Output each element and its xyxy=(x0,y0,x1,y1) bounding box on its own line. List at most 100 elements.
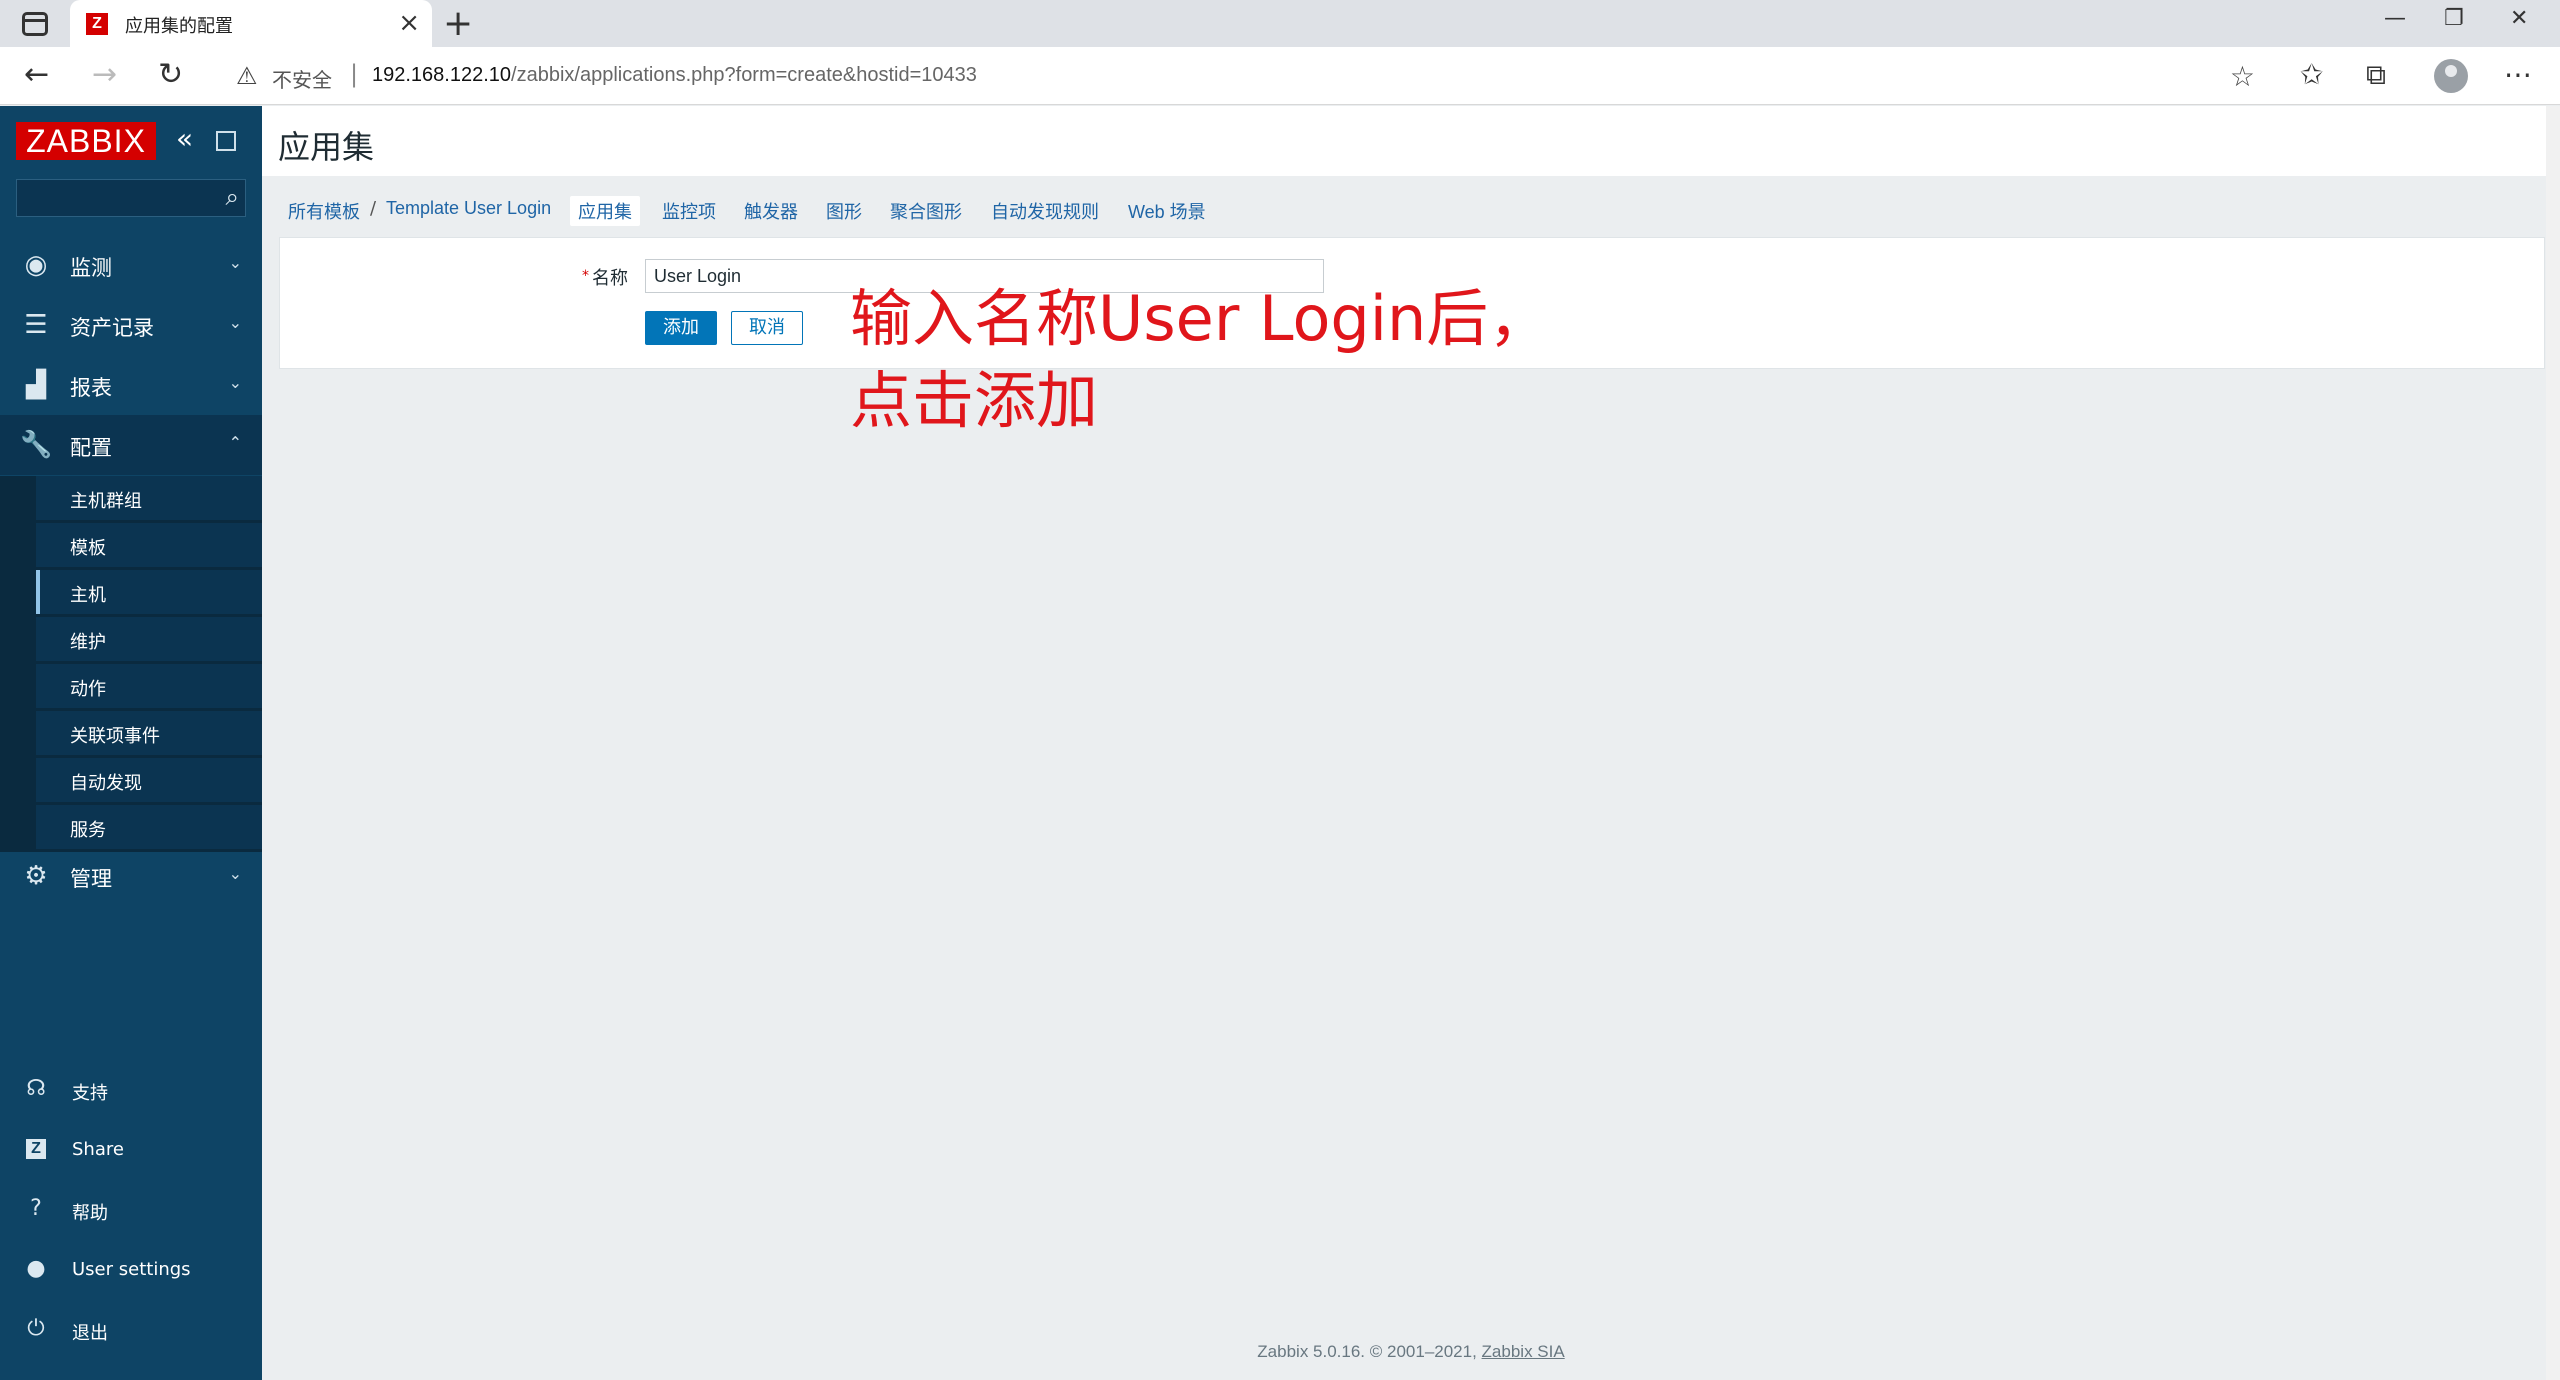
chevron-down-icon: ⌄ xyxy=(228,864,242,883)
sidebar-sign-out[interactable]: ⏻ 退出 xyxy=(0,1303,262,1359)
back-icon[interactable]: ← xyxy=(24,57,49,93)
footer: Zabbix 5.0.16. © 2001–2021, Zabbix SIA xyxy=(262,1342,2560,1362)
url-text[interactable]: 192.168.122.10/zabbix/applications.php?f… xyxy=(372,64,977,87)
menu-item-configuration[interactable]: 🔧 配置 ⌃ xyxy=(0,415,262,475)
tab-triggers[interactable]: 触发器 xyxy=(744,198,798,224)
submenu-item-hosts[interactable]: 主机 xyxy=(36,570,262,614)
sidebar-bottom-label: User settings xyxy=(72,1259,191,1280)
submenu-item-services[interactable]: 服务 xyxy=(36,805,262,849)
chevron-down-icon: ⌄ xyxy=(228,313,242,332)
add-button[interactable]: 添加 xyxy=(645,311,717,345)
tab-discovery-rules[interactable]: 自动发现规则 xyxy=(991,198,1099,224)
close-tab-icon[interactable]: × xyxy=(398,8,420,38)
collapse-sidebar-icon[interactable]: « xyxy=(176,124,193,154)
tab-items[interactable]: 监控项 xyxy=(662,198,716,224)
kiosk-mode-icon[interactable] xyxy=(216,131,236,151)
gear-icon: ⚙ xyxy=(24,861,48,891)
browser-address-bar: ← → ↻ ⚠ 不安全 | 192.168.122.10/zabbix/appl… xyxy=(0,47,2560,105)
menu-label: 管理 xyxy=(70,867,112,891)
breadcrumb-all-templates[interactable]: 所有模板 xyxy=(288,198,360,224)
submenu-item-maintenance[interactable]: 维护 xyxy=(36,617,262,661)
sidebar-bottom-label: 帮助 xyxy=(72,1203,108,1224)
more-menu-icon[interactable]: ⋯ xyxy=(2504,59,2532,91)
new-tab-icon[interactable]: + xyxy=(443,4,473,44)
tab-web-scenarios[interactable]: Web 场景 xyxy=(1128,198,1206,224)
warning-icon[interactable]: ⚠ xyxy=(236,62,258,90)
browser-tab-title: 应用集的配置 xyxy=(125,16,233,37)
search-icon[interactable]: ⌕ xyxy=(226,183,239,211)
url-field[interactable]: ⚠ 不安全 | 192.168.122.10/zabbix/applicatio… xyxy=(216,54,2269,98)
sidebar-support[interactable]: ☊ 支持 xyxy=(0,1063,262,1119)
tab-screens[interactable]: 聚合图形 xyxy=(890,198,962,224)
tab-graphs[interactable]: 图形 xyxy=(826,198,862,224)
minimize-icon[interactable]: — xyxy=(2384,6,2406,31)
headset-icon: ☊ xyxy=(26,1076,46,1101)
annotation-line-1: 输入名称User Login后， xyxy=(850,282,1551,355)
user-icon: ● xyxy=(26,1256,46,1281)
sidebar-user-settings[interactable]: ● User settings xyxy=(0,1243,262,1299)
menu-item-reports[interactable]: ▟ 报表 ⌄ xyxy=(0,355,262,415)
sidebar: ZABBIX « ⌕ ◉ 监测 ⌄ ☰ 资产记录 ⌄ ▟ 报表 ⌄ 🔧 配置 ⌃… xyxy=(0,106,262,1380)
submenu-label: 动作 xyxy=(70,679,106,700)
restore-icon[interactable]: ❐ xyxy=(2444,6,2464,31)
sidebar-bottom-label: 支持 xyxy=(72,1083,108,1104)
menu-item-monitoring[interactable]: ◉ 监测 ⌄ xyxy=(0,235,262,295)
bar-chart-icon: ▟ xyxy=(26,370,46,400)
zabbix-logo[interactable]: ZABBIX xyxy=(16,122,156,160)
menu-label: 配置 xyxy=(70,436,112,460)
tab-actions-icon[interactable] xyxy=(22,12,48,36)
menu-item-administration[interactable]: ⚙ 管理 ⌄ xyxy=(0,846,262,906)
menu-label: 监测 xyxy=(70,256,112,280)
submenu-label: 主机群组 xyxy=(70,491,142,512)
submenu-label: 自动发现 xyxy=(70,773,142,794)
sidebar-search-input[interactable]: ⌕ xyxy=(16,179,246,217)
cancel-button[interactable]: 取消 xyxy=(731,311,803,345)
insecure-label[interactable]: 不安全 xyxy=(272,64,332,93)
menu-label: 报表 xyxy=(70,376,112,400)
submenu-item-host-groups[interactable]: 主机群组 xyxy=(36,476,262,520)
footer-text: Zabbix 5.0.16. © 2001–2021, xyxy=(1257,1342,1482,1361)
breadcrumb-separator: / xyxy=(370,198,377,219)
favorites-icon[interactable]: ✩ xyxy=(2300,59,2323,91)
collections-icon[interactable]: ⧉ xyxy=(2366,59,2386,91)
menu-label: 资产记录 xyxy=(70,316,154,340)
chevron-down-icon: ⌄ xyxy=(228,373,242,392)
sidebar-bottom-label: Share xyxy=(72,1139,124,1160)
forward-icon[interactable]: → xyxy=(92,57,117,93)
submenu-item-actions[interactable]: 动作 xyxy=(36,664,262,708)
sidebar-help[interactable]: ? 帮助 xyxy=(0,1183,262,1239)
tab-applications[interactable]: 应用集 xyxy=(570,196,640,226)
close-window-icon[interactable]: ✕ xyxy=(2510,6,2528,31)
url-separator: | xyxy=(350,60,359,88)
sidebar-share[interactable]: Z Share xyxy=(0,1123,262,1179)
zabbix-favicon-icon: Z xyxy=(86,13,108,35)
chevron-up-icon: ⌃ xyxy=(228,433,242,452)
menu-item-inventory[interactable]: ☰ 资产记录 ⌄ xyxy=(0,295,262,355)
submenu-label: 模板 xyxy=(70,538,106,559)
profile-avatar[interactable] xyxy=(2434,59,2468,93)
required-marker: * xyxy=(582,268,589,284)
name-label: 名称 xyxy=(592,268,628,289)
annotation-line-2: 点击添加 xyxy=(850,364,1099,437)
footer-link[interactable]: Zabbix SIA xyxy=(1482,1342,1565,1361)
sidebar-bottom-label: 退出 xyxy=(72,1323,108,1344)
page-title: 应用集 xyxy=(278,128,375,166)
browser-tab-strip: Z 应用集的配置 × + — ❐ ✕ xyxy=(0,0,2560,47)
page-header: 应用集 xyxy=(262,106,2560,176)
refresh-icon[interactable]: ↻ xyxy=(158,57,183,93)
submenu-item-event-correlation[interactable]: 关联项事件 xyxy=(36,711,262,755)
browser-tab[interactable]: Z 应用集的配置 × xyxy=(70,0,432,47)
configuration-submenu: 主机群组 模板 主机 维护 动作 关联项事件 自动发现 服务 xyxy=(0,476,262,852)
submenu-label: 关联项事件 xyxy=(70,726,160,747)
page-scrollbar[interactable] xyxy=(2546,106,2560,1380)
template-navigation: 所有模板 / Template User Login 应用集 监控项 触发器 图… xyxy=(262,190,2560,230)
url-path: /zabbix/applications.php?form=create&hos… xyxy=(511,64,977,86)
power-icon: ⏻ xyxy=(27,1316,45,1341)
wrench-icon: 🔧 xyxy=(20,430,53,460)
submenu-item-templates[interactable]: 模板 xyxy=(36,523,262,567)
breadcrumb-template[interactable]: Template User Login xyxy=(386,198,551,219)
add-favorite-icon[interactable]: ☆ xyxy=(2230,60,2255,93)
submenu-item-discovery[interactable]: 自动发现 xyxy=(36,758,262,802)
help-icon: ? xyxy=(30,1196,42,1221)
instruction-annotation: 输入名称User Login后， 点击添加 xyxy=(850,278,1550,442)
